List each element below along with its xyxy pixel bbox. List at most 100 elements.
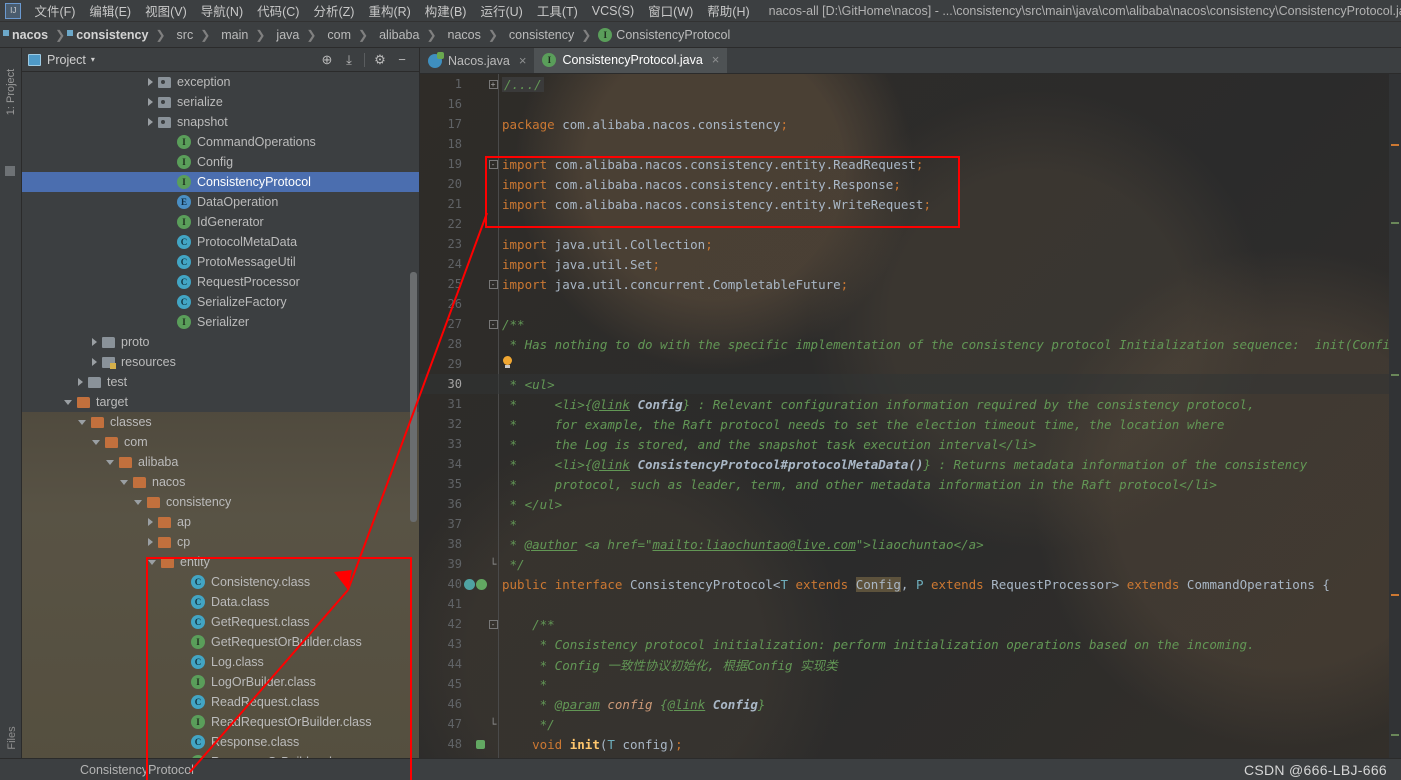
breadcrumb-item-consistency-module[interactable]: consistency: [70, 28, 150, 42]
project-tree-scrollbar[interactable]: [410, 272, 417, 522]
tree-item-classes[interactable]: classes: [22, 412, 419, 432]
chevron-down-icon[interactable]: [64, 399, 72, 405]
chevron-down-icon[interactable]: [148, 559, 156, 565]
intention-bulb-icon[interactable]: [502, 356, 513, 369]
chevron-down-icon[interactable]: ▾: [91, 55, 95, 64]
interface-gutter-icon[interactable]: [476, 578, 487, 590]
tree-item-serializefactory[interactable]: C SerializeFactory: [22, 292, 419, 312]
menu-item-run[interactable]: 运行(U): [473, 0, 529, 22]
chevron-right-icon[interactable]: [92, 338, 97, 346]
close-icon[interactable]: ×: [519, 53, 527, 68]
tree-item-proto[interactable]: proto: [22, 332, 419, 352]
chevron-right-icon[interactable]: [148, 78, 153, 86]
fold-toggle-icon[interactable]: └: [488, 718, 498, 731]
tree-item-target[interactable]: target: [22, 392, 419, 412]
chevron-right-icon[interactable]: [148, 118, 153, 126]
tree-item-data-class[interactable]: C Data.class: [22, 592, 419, 612]
hide-panel-icon[interactable]: −: [391, 50, 413, 70]
gear-icon[interactable]: ⚙: [369, 50, 391, 70]
tree-item-requestprocessor[interactable]: C RequestProcessor: [22, 272, 419, 292]
tree-item-commandoperations[interactable]: I CommandOperations: [22, 132, 419, 152]
breadcrumb-item-alibaba[interactable]: alibaba: [373, 28, 421, 42]
code-editor[interactable]: 1 + /.../ 16 17 package com.alibaba.nacos.con…: [420, 74, 1401, 758]
tree-item-nacos[interactable]: nacos: [22, 472, 419, 492]
tree-item-consistency[interactable]: consistency: [22, 492, 419, 512]
chevron-down-icon[interactable]: [78, 419, 86, 425]
fold-toggle-icon[interactable]: -: [488, 279, 498, 290]
editor-marker[interactable]: [1391, 222, 1399, 224]
tree-item-response-class[interactable]: C Response.class: [22, 732, 419, 752]
menu-item-edit[interactable]: 编辑(E): [82, 0, 138, 22]
tree-item-readrequestorbuilder-class[interactable]: I ReadRequestOrBuilder.class: [22, 712, 419, 732]
tree-item-getrequest-class[interactable]: C GetRequest.class: [22, 612, 419, 632]
fold-toggle-icon[interactable]: -: [488, 159, 498, 170]
close-icon[interactable]: ×: [712, 52, 720, 67]
fold-toggle-icon[interactable]: -: [488, 319, 498, 330]
tree-item-serialize[interactable]: serialize: [22, 92, 419, 112]
menu-item-build[interactable]: 构建(B): [418, 0, 474, 22]
menu-item-view[interactable]: 视图(V): [138, 0, 194, 22]
tree-item-resources[interactable]: resources: [22, 352, 419, 372]
breadcrumb-item-consistency-pkg[interactable]: consistency: [503, 28, 576, 42]
tree-item-protocolmetadata[interactable]: C ProtocolMetaData: [22, 232, 419, 252]
tab-nacos-java[interactable]: Nacos.java ×: [420, 48, 534, 73]
tree-item-ap[interactable]: ap: [22, 512, 419, 532]
chevron-right-icon[interactable]: [148, 538, 153, 546]
implementation-gutter-icons[interactable]: [464, 578, 487, 590]
menu-item-vcs[interactable]: VCS(S): [585, 2, 641, 20]
tree-item-logorbuilder-class[interactable]: I LogOrBuilder.class: [22, 672, 419, 692]
chevron-down-icon[interactable]: [92, 439, 100, 445]
locate-target-icon[interactable]: ⊕: [316, 50, 338, 70]
breadcrumb-item-java[interactable]: java: [270, 28, 301, 42]
breadcrumb-item-src[interactable]: src: [171, 28, 196, 42]
editor-marker[interactable]: [1391, 594, 1399, 596]
breadcrumb-item-main[interactable]: main: [215, 28, 250, 42]
menu-item-file[interactable]: 文件(F): [27, 0, 82, 22]
collapse-all-icon[interactable]: ⤓: [338, 50, 360, 70]
breadcrumb-item-com[interactable]: com: [321, 28, 353, 42]
editor-marker[interactable]: [1391, 734, 1399, 736]
tree-item-consistencyprotocol[interactable]: I ConsistencyProtocol: [22, 172, 419, 192]
tree-item-cp[interactable]: cp: [22, 532, 419, 552]
tree-item-readrequest-class[interactable]: C ReadRequest.class: [22, 692, 419, 712]
breadcrumb-item-nacos[interactable]: nacos: [6, 28, 50, 42]
fold-toggle-icon[interactable]: └: [488, 558, 498, 571]
menu-item-help[interactable]: 帮助(H): [700, 0, 756, 22]
tree-item-dataoperation[interactable]: E DataOperation: [22, 192, 419, 212]
menu-item-analyze[interactable]: 分析(Z): [306, 0, 361, 22]
tree-item-entity[interactable]: entity: [22, 552, 419, 572]
breadcrumb-item-nacos-pkg[interactable]: nacos: [442, 28, 483, 42]
chevron-down-icon[interactable]: [106, 459, 114, 465]
editor-marker[interactable]: [1391, 374, 1399, 376]
tree-item-protomessageutil[interactable]: C ProtoMessageUtil: [22, 252, 419, 272]
chevron-right-icon[interactable]: [78, 378, 83, 386]
fold-toggle-icon[interactable]: +: [488, 79, 498, 90]
menu-item-window[interactable]: 窗口(W): [641, 0, 700, 22]
tree-item-consistency-class[interactable]: C Consistency.class: [22, 572, 419, 592]
chevron-right-icon[interactable]: [148, 518, 153, 526]
menu-item-navigate[interactable]: 导航(N): [194, 0, 250, 22]
tree-item-exception[interactable]: exception: [22, 72, 419, 92]
tree-item-test[interactable]: test: [22, 372, 419, 392]
chevron-down-icon[interactable]: [120, 479, 128, 485]
tab-consistencyprotocol-java[interactable]: I ConsistencyProtocol.java ×: [534, 48, 728, 73]
tree-item-idgenerator[interactable]: I IdGenerator: [22, 212, 419, 232]
rail-label-project[interactable]: 1: Project: [5, 60, 17, 124]
fold-toggle-icon[interactable]: -: [488, 619, 498, 630]
tree-item-config[interactable]: I Config: [22, 152, 419, 172]
implementing-method-icon[interactable]: [476, 739, 485, 749]
menu-item-tools[interactable]: 工具(T): [530, 0, 585, 22]
tree-item-getrequestorbuilder-class[interactable]: I GetRequestOrBuilder.class: [22, 632, 419, 652]
tree-item-log-class[interactable]: C Log.class: [22, 652, 419, 672]
project-tree[interactable]: exception serialize snapshot I CommandOperat…: [22, 72, 419, 758]
tree-item-snapshot[interactable]: snapshot: [22, 112, 419, 132]
chevron-right-icon[interactable]: [148, 98, 153, 106]
editor-marker[interactable]: [1391, 144, 1399, 146]
editor-marker-bar[interactable]: [1389, 74, 1401, 758]
breadcrumb-item-consistencyprotocol[interactable]: I ConsistencyProtocol: [596, 27, 732, 42]
override-icon[interactable]: [476, 739, 485, 749]
tree-item-com[interactable]: com: [22, 432, 419, 452]
menu-item-code[interactable]: 代码(C): [250, 0, 306, 22]
tree-item-alibaba[interactable]: alibaba: [22, 452, 419, 472]
chevron-right-icon[interactable]: [92, 358, 97, 366]
